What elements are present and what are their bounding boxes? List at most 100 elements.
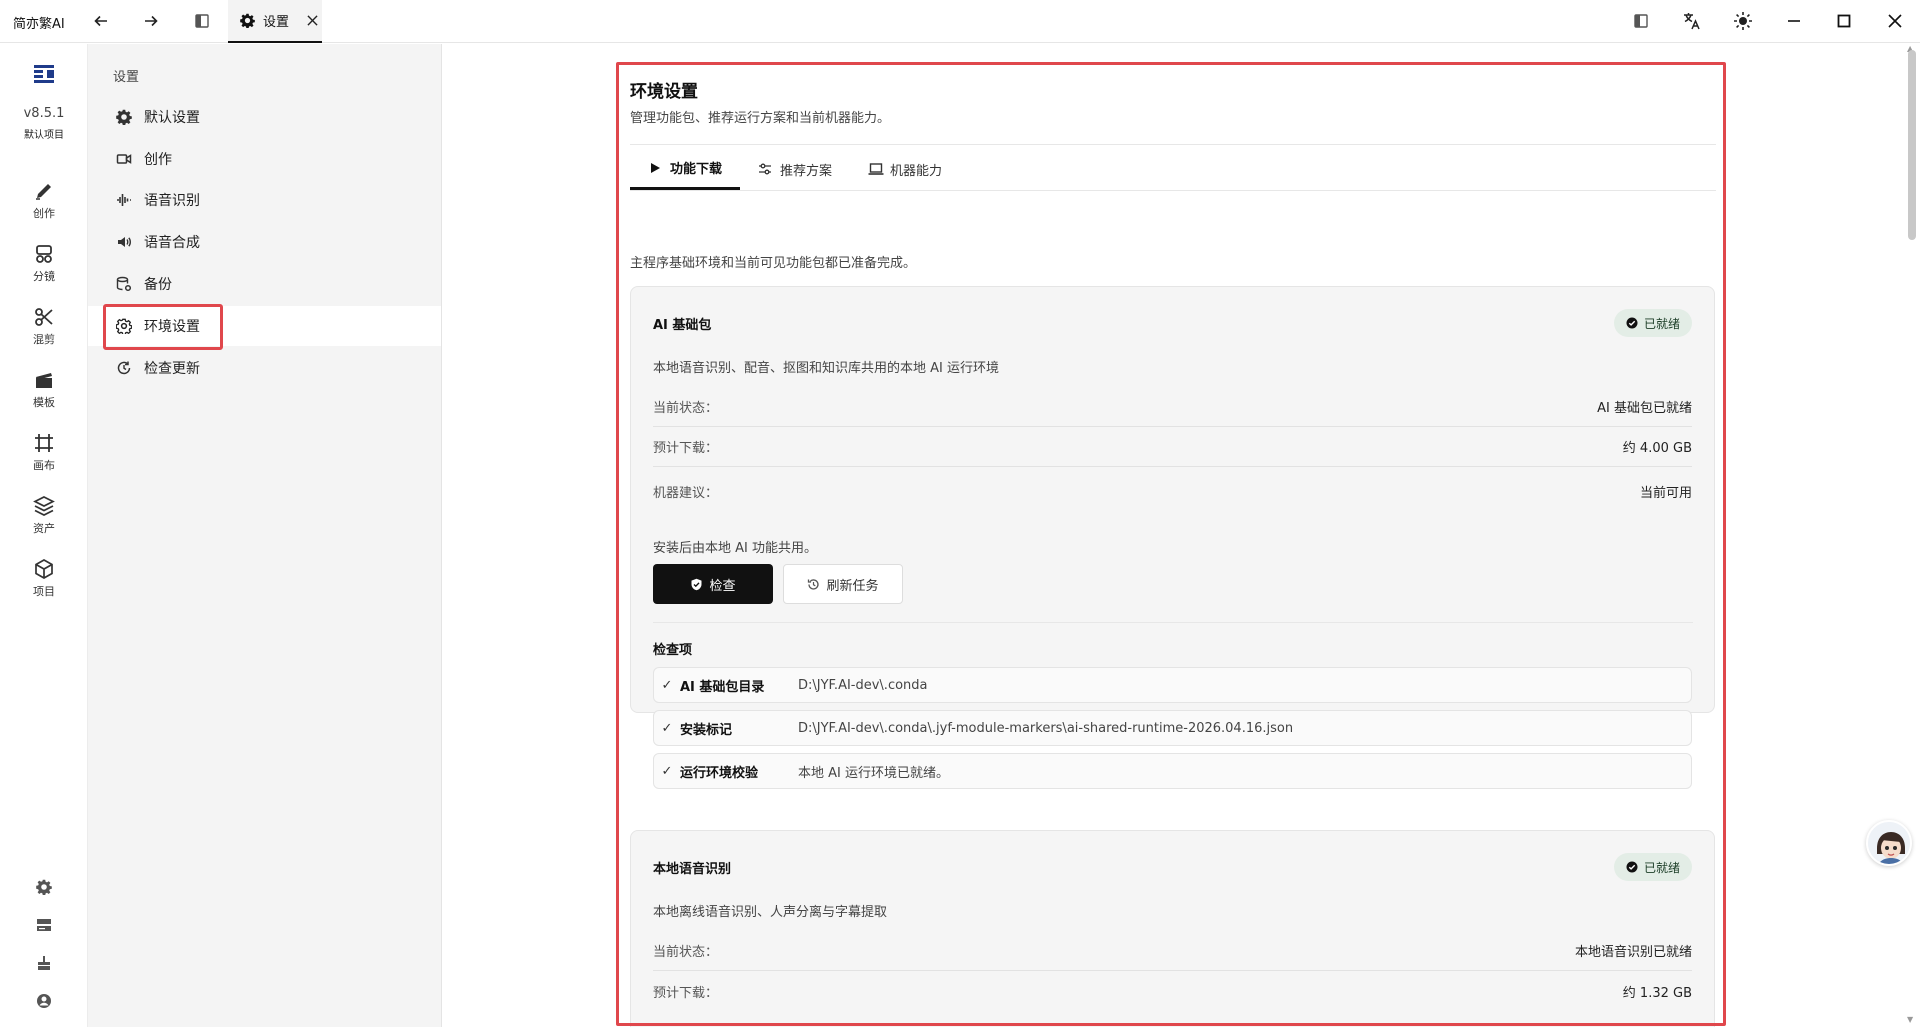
ready-note: 主程序基础环境和当前可见功能包都已准备完成。 [630,256,917,271]
layers-icon [33,495,55,517]
nav-item-default-settings[interactable]: 默认设置 [88,97,441,137]
rail-item-label: 画布 [33,459,55,472]
assistant-avatar[interactable] [1866,820,1912,866]
play-icon [648,161,662,175]
refresh-tasks-button[interactable]: 刷新任务 [783,564,903,604]
maximize-icon[interactable] [1831,8,1857,34]
button-label: 检查 [709,578,736,594]
check-item-value: D:\JYF.AI-dev\.conda [798,677,928,693]
checks-title: 检查项 [653,643,693,658]
settings-nav-title: 设置 [113,70,140,85]
check-item-name: 安装标记 [680,722,733,738]
tab-label: 推荐方案 [780,163,833,179]
tab-label: 设置 [263,15,290,30]
info-value: AI 基础包已就绪 [1597,401,1692,416]
back-arrow-icon[interactable] [88,8,114,34]
info-key: 当前状态： [653,401,719,416]
tab-recommended-plan[interactable]: 推荐方案 [740,148,850,190]
check-circle-icon [1626,317,1638,329]
settings-nav: 设置 默认设置 创作 语音识别 语音合成 备份 环境设置 检查更新 [88,44,442,1027]
scroll-down-arrow-icon[interactable]: ▼ [1907,1015,1913,1024]
sidebar-toggle-icon[interactable] [189,8,215,34]
history-icon [807,578,820,591]
theme-sun-icon[interactable] [1730,8,1756,34]
page-title: 环境设置 [630,82,698,102]
panel-toggle-icon[interactable] [1628,8,1654,34]
main-content: 环境设置 管理功能包、推荐运行方案和当前机器能力。 功能下载 推荐方案 机器能力… [442,44,1920,1027]
tab-feature-download[interactable]: 功能下载 [630,148,741,190]
checkmark-icon: ✓ [661,720,673,736]
rail-item-projects[interactable]: 项目 [14,556,74,606]
settings-gear-icon[interactable] [31,874,57,900]
package-card-local-asr: 本地语音识别 已就绪 本地离线语音识别、人声分离与字幕提取 当前状态： 本地语音… [630,830,1715,1027]
tabs-divider [630,190,1716,191]
check-item: ✓ AI 基础包目录 D:\JYF.AI-dev\.conda [653,667,1692,703]
waveform-icon [116,192,132,208]
badge-label: 已就绪 [1643,860,1680,875]
project-label[interactable]: 默认项目 [0,126,88,141]
server-icon[interactable] [31,912,57,938]
nav-item-label: 语音识别 [144,193,200,209]
divider [630,144,1716,145]
checkmark-icon: ✓ [661,677,673,693]
check-item: ✓ 安装标记 D:\JYF.AI-dev\.conda\.jyf-module-… [653,710,1692,746]
storyboard-icon [33,243,55,265]
card-note: 安装后由本地 AI 功能共用。 [653,541,817,556]
check-item-name: AI 基础包目录 [680,679,765,695]
page-subtitle: 管理功能包、推荐运行方案和当前机器能力。 [630,111,891,126]
app-rail: v8.5.1 默认项目 创作 分镜 混剪 模板 画布 资产 项目 [0,44,88,1027]
info-value: 当前可用 [1639,485,1692,501]
nav-item-check-updates[interactable]: 检查更新 [88,348,441,388]
cube-icon [33,558,55,580]
scrollbar-thumb[interactable] [1908,50,1916,240]
info-key: 预计下载： [653,985,719,1001]
info-value: 约 1.32 GB [1622,985,1692,1001]
rail-item-assets[interactable]: 资产 [14,493,74,543]
nav-item-speech-synthesis[interactable]: 语音合成 [88,222,441,262]
refresh-icon [116,360,132,376]
info-key: 预计下载： [653,441,719,456]
rail-item-remix[interactable]: 混剪 [14,304,74,354]
nav-item-backup[interactable]: 备份 [88,264,441,304]
check-circle-icon [1626,861,1638,873]
rail-item-label: 混剪 [33,333,55,346]
close-icon[interactable] [305,14,319,28]
info-row-download-size: 预计下载： 约 4.00 GB [653,427,1692,467]
version-label: v8.5.1 [23,106,65,121]
info-row-status: 当前状态： 本地语音识别已就绪 [653,931,1692,971]
env-tabs: 功能下载 推荐方案 机器能力 [630,148,960,190]
info-row-download-size: 预计下载： 约 1.32 GB [653,971,1692,1011]
forward-arrow-icon[interactable] [138,8,164,34]
rail-item-label: 资产 [33,522,55,535]
check-item-value: D:\JYF.AI-dev\.conda\.jyf-module-markers… [798,720,1294,736]
tab-machine-capability[interactable]: 机器能力 [850,148,960,190]
close-window-icon[interactable] [1882,8,1908,34]
nav-item-speech-recognition[interactable]: 语音识别 [88,180,441,220]
rail-item-templates[interactable]: 模板 [14,367,74,417]
translate-icon[interactable] [1679,8,1705,34]
app-name: 简亦繁AI [13,17,65,32]
cleanup-brush-icon[interactable] [31,950,57,976]
card-description: 本地语音识别、配音、抠图和知识库共用的本地 AI 运行环境 [653,361,999,376]
rail-item-create[interactable]: 创作 [14,178,74,228]
rail-item-storyboard[interactable]: 分镜 [14,241,74,291]
nav-item-label: 默认设置 [144,110,200,126]
account-icon[interactable] [31,988,57,1014]
check-button[interactable]: 检查 [653,564,773,604]
nav-item-label: 创作 [144,152,172,168]
app-logo-icon[interactable] [33,64,55,84]
nav-item-create[interactable]: 创作 [88,139,441,179]
nav-item-environment-settings[interactable]: 环境设置 [88,306,441,346]
rail-item-label: 模板 [33,396,55,409]
package-card-ai-base: AI 基础包 已就绪 本地语音识别、配音、抠图和知识库共用的本地 AI 运行环境… [630,286,1715,789]
rail-item-canvas[interactable]: 画布 [14,430,74,480]
status-badge: 已就绪 [1613,853,1692,881]
nav-item-label: 语音合成 [144,235,200,251]
tab-settings[interactable]: 设置 [228,0,322,43]
minimize-icon[interactable] [1781,8,1807,34]
crop-frame-icon [33,432,55,454]
nav-item-label: 备份 [144,277,172,293]
video-camera-icon [116,151,132,167]
check-item-value: 本地 AI 运行环境已就绪。 [798,765,949,781]
checkmark-icon: ✓ [661,763,673,779]
